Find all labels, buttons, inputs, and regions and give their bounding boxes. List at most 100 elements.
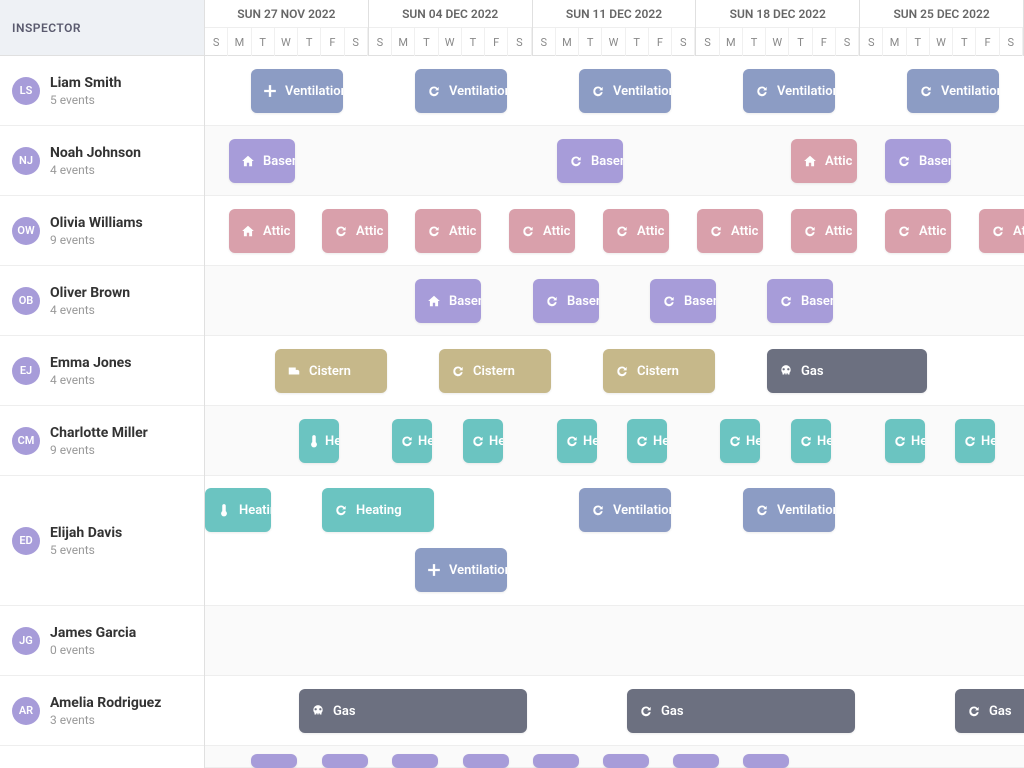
inspector-row[interactable]: NJNoah Johnson4 events [0, 126, 204, 196]
event-label: Gas [333, 704, 356, 719]
event-partial[interactable] [463, 754, 509, 768]
event-partial[interactable] [322, 754, 368, 768]
refresh-icon [427, 224, 441, 238]
week-label: SUN 04 DEC 2022 [369, 0, 532, 28]
refresh-icon [967, 704, 981, 718]
event-label: Basement [684, 294, 716, 309]
refresh-icon [779, 294, 793, 308]
inspector-row[interactable]: CMCharlotte Miller9 events [0, 406, 204, 476]
event-attic[interactable]: Attic [791, 209, 857, 253]
timeline-row: Gas Gas Gas [205, 676, 1024, 746]
avatar: CM [12, 427, 40, 455]
day-cell: S [836, 28, 859, 56]
event-gas[interactable]: Gas [627, 689, 855, 733]
inspector-row[interactable]: OWOlivia Williams9 events [0, 196, 204, 266]
day-cell: T [579, 28, 602, 56]
week-column: SUN 18 DEC 2022SMTWTFS [696, 0, 860, 55]
refresh-icon [919, 84, 933, 98]
event-label: Attic [449, 224, 476, 239]
event-heating[interactable]: Heating [955, 419, 995, 463]
event-attic[interactable]: Attic [509, 209, 575, 253]
event-ventilation[interactable]: Ventilation [415, 69, 507, 113]
event-partial[interactable] [743, 754, 789, 768]
refresh-icon [799, 434, 813, 448]
event-heating[interactable]: Heating [322, 488, 434, 532]
event-heating[interactable]: Heating [791, 419, 831, 463]
event-basement[interactable]: Basement [650, 279, 716, 323]
event-heating[interactable]: Heating [205, 488, 271, 532]
event-attic[interactable]: Attic [603, 209, 669, 253]
event-ventilation[interactable]: Ventilation [743, 69, 835, 113]
event-cistern[interactable]: Cistern [439, 349, 551, 393]
inspector-row[interactable]: OBOliver Brown4 events [0, 266, 204, 336]
event-label: Gas [989, 704, 1012, 719]
event-heating[interactable]: Heating [557, 419, 597, 463]
event-ventilation[interactable]: Ventilation [907, 69, 999, 113]
event-basement[interactable]: Basement [557, 139, 623, 183]
event-label: Attic [919, 224, 946, 239]
event-label: Heating [653, 434, 667, 449]
refresh-icon [893, 434, 907, 448]
event-gas[interactable]: Gas [955, 689, 1024, 733]
inspector-row[interactable]: LSLiam Smith5 events [0, 56, 204, 126]
event-basement[interactable]: Basement [885, 139, 951, 183]
inspector-event-count: 3 events [50, 713, 161, 727]
event-gas[interactable]: Gas [767, 349, 927, 393]
event-cistern[interactable]: Cistern [603, 349, 715, 393]
avatar: EJ [12, 357, 40, 385]
event-heating[interactable]: Heating [720, 419, 760, 463]
event-heating[interactable]: Heating [463, 419, 503, 463]
sidebar-header-label: INSPECTOR [12, 21, 81, 35]
event-basement[interactable]: Basement [533, 279, 599, 323]
timeline-row [205, 606, 1024, 676]
event-partial[interactable] [673, 754, 719, 768]
event-attic[interactable]: Attic [415, 209, 481, 253]
event-attic[interactable]: Attic [791, 139, 857, 183]
event-attic[interactable]: Attic [697, 209, 763, 253]
inspector-event-count: 9 events [50, 443, 148, 457]
event-heating[interactable]: Heating [627, 419, 667, 463]
event-label: Heating [981, 434, 995, 449]
inspector-row[interactable]: JGJames Garcia0 events [0, 606, 204, 676]
timeline-body[interactable]: Ventilation Ventilation Ventilation Vent… [205, 56, 1024, 768]
refresh-icon [400, 434, 414, 448]
event-partial[interactable] [603, 754, 649, 768]
day-cell: F [649, 28, 672, 56]
event-ventilation[interactable]: Ventilation [579, 488, 671, 532]
refresh-icon [803, 224, 817, 238]
day-cell: M [883, 28, 906, 56]
event-ventilation[interactable]: Ventilation [251, 69, 343, 113]
event-cistern[interactable]: Cistern [275, 349, 387, 393]
week-column: SUN 27 NOV 2022SMTWTFS [205, 0, 369, 55]
event-partial[interactable] [533, 754, 579, 768]
event-partial[interactable] [392, 754, 438, 768]
event-heating[interactable]: Heating [392, 419, 432, 463]
home-icon [241, 154, 255, 168]
event-ventilation[interactable]: Ventilation [743, 488, 835, 532]
event-attic[interactable]: Attic [229, 209, 295, 253]
event-gas[interactable]: Gas [299, 689, 527, 733]
timeline-header: SUN 27 NOV 2022SMTWTFSSUN 04 DEC 2022SMT… [205, 0, 1024, 56]
inspector-row[interactable]: EDElijah Davis5 events [0, 476, 204, 606]
event-partial[interactable] [251, 754, 297, 768]
event-heating[interactable]: Heating [885, 419, 925, 463]
inspector-row[interactable]: EJEmma Jones4 events [0, 336, 204, 406]
event-heating[interactable]: Heating [299, 419, 339, 463]
avatar: AR [12, 697, 40, 725]
event-attic[interactable]: Attic [322, 209, 388, 253]
week-label: SUN 25 DEC 2022 [860, 0, 1023, 28]
inspector-row[interactable]: ARAmelia Rodriguez3 events [0, 676, 204, 746]
event-label: Heating [356, 503, 402, 518]
event-basement[interactable]: Basement [415, 279, 481, 323]
timeline-row: Heating Heating Ventilation Ventilation … [205, 476, 1024, 606]
avatar: JG [12, 627, 40, 655]
event-ventilation[interactable]: Ventilation [415, 548, 507, 592]
event-basement[interactable]: Basement [229, 139, 295, 183]
day-cell: M [392, 28, 415, 56]
event-ventilation[interactable]: Ventilation [579, 69, 671, 113]
event-attic[interactable]: Attic [885, 209, 951, 253]
timeline[interactable]: SUN 27 NOV 2022SMTWTFSSUN 04 DEC 2022SMT… [205, 0, 1024, 768]
event-attic[interactable]: Attic [979, 209, 1024, 253]
event-basement[interactable]: Basement [767, 279, 833, 323]
refresh-icon [521, 224, 535, 238]
